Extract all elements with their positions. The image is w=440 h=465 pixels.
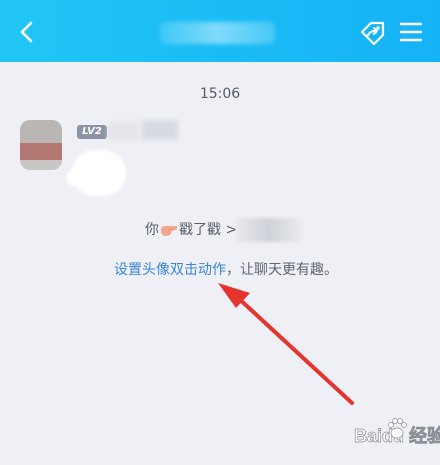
baidu-paw-icon: Baidu 经验: [354, 418, 440, 446]
arrow-shaft: [234, 294, 354, 405]
annotation-arrow: [218, 283, 354, 405]
baidu-watermark: Baidu 经验: [330, 405, 440, 461]
